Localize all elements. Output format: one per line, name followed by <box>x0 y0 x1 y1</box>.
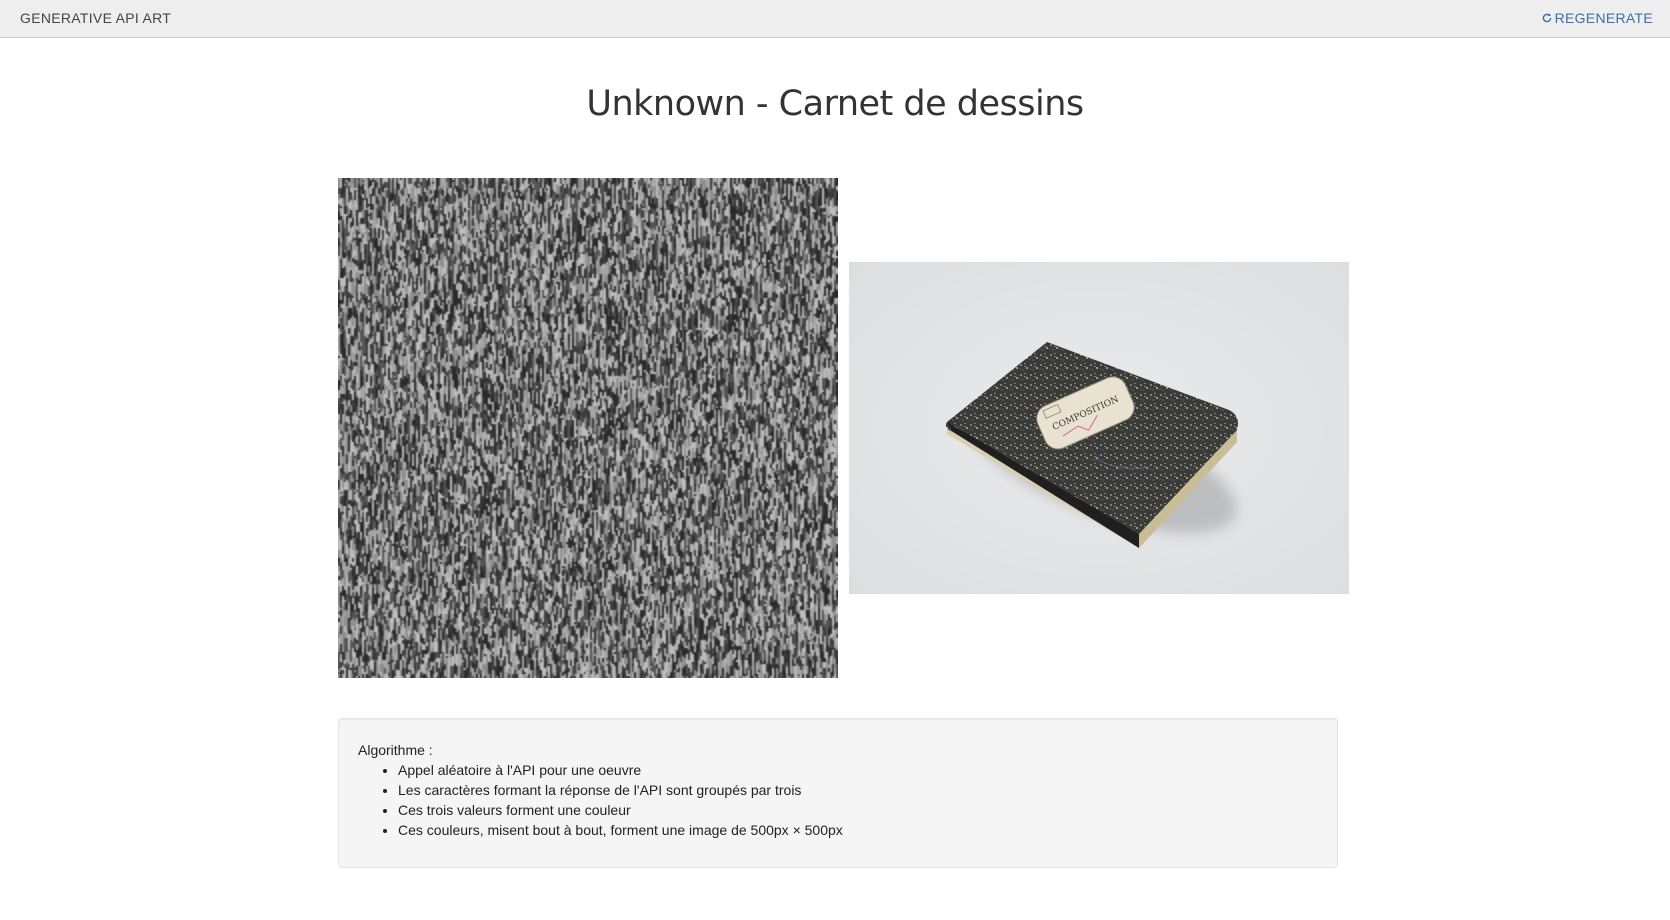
brand-link[interactable]: GENERATIVE API ART <box>20 10 171 26</box>
top-navbar: GENERATIVE API ART REGENERATE <box>0 0 1670 38</box>
algorithm-panel: Algorithme : Appel aléatoire à l'API pou… <box>338 718 1338 868</box>
list-item: Ces trois valeurs forment une couleur <box>398 800 1318 820</box>
algorithm-heading: Algorithme : <box>358 742 433 758</box>
regenerate-button[interactable]: REGENERATE <box>1541 10 1653 26</box>
list-item: Les caractères formant la réponse de l'A… <box>398 780 1318 800</box>
page-title: Unknown - Carnet de dessins <box>586 84 1084 124</box>
generated-art-image <box>338 178 838 678</box>
refresh-icon <box>1541 12 1553 24</box>
artwork-photo: COMPOSITION <box>849 262 1349 594</box>
algorithm-steps: Appel aléatoire à l'API pour une oeuvre … <box>358 760 1318 840</box>
list-item: Ces couleurs, misent bout à bout, formen… <box>398 820 1318 840</box>
list-item: Appel aléatoire à l'API pour une oeuvre <box>398 760 1318 780</box>
regenerate-label: REGENERATE <box>1554 10 1653 26</box>
